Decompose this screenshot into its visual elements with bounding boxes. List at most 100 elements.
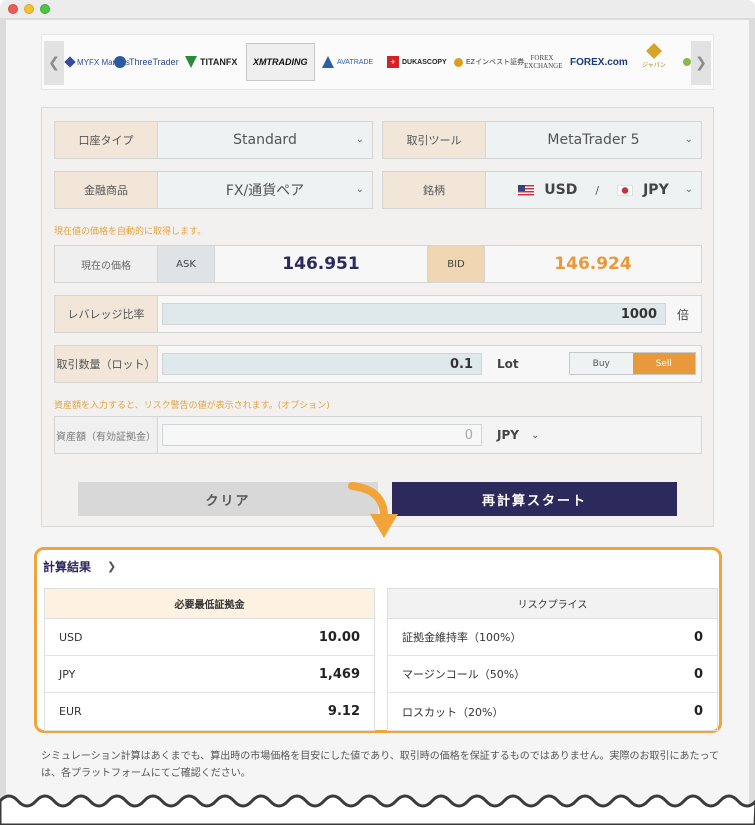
broker-label: XMTRADING <box>253 57 308 67</box>
row-value: 0 <box>693 704 703 719</box>
trading-tool-value-wrap: MetaTrader 5 ⌄ <box>486 122 701 158</box>
asset-row: 資産額（有効証拠金） 0 JPY ⌄ <box>54 416 702 454</box>
broker-label: TITANFX <box>200 57 238 67</box>
broker-label: FOREX.com <box>570 56 628 68</box>
product-value-wrap: FX/通貨ペア ⌄ <box>158 172 372 208</box>
row-value: 0 <box>693 666 703 682</box>
carousel-next-icon[interactable]: ❯ <box>691 41 711 85</box>
leverage-unit: 倍 <box>677 307 690 322</box>
results-panel: 計算結果 ❯ 必要最低証拠金 USD 10.00 JPY 1,469 EUR 9… <box>34 547 722 733</box>
ask-label: ASK <box>158 246 215 282</box>
row-label: USD <box>59 630 83 644</box>
row-value: 1,469 <box>318 666 360 682</box>
symbol-quote: JPY <box>643 182 669 198</box>
broker-japan[interactable]: ジャパン <box>642 43 666 81</box>
price-auto-note: 現在値の価格を自動的に取得します。 <box>54 227 207 237</box>
trading-tool-select[interactable]: 取引ツール MetaTrader 5 ⌄ <box>382 121 702 159</box>
down-arrow-icon <box>348 482 398 538</box>
product-value: FX/通貨ペア <box>225 183 305 199</box>
asset-input[interactable]: 0 <box>162 424 482 446</box>
broker-label: AVATRADE <box>337 58 374 66</box>
broker-avatrade[interactable]: AVATRADE <box>322 43 373 81</box>
row-value: 0 <box>693 629 703 645</box>
japan-broker-logo-icon <box>646 43 662 59</box>
broker-partial[interactable] <box>683 43 691 81</box>
ezinvest-logo-icon <box>454 57 463 67</box>
row-label: JPY <box>59 667 76 681</box>
broker-titanfx[interactable]: TITANFX <box>185 43 237 81</box>
bid-label: BID <box>428 246 485 282</box>
table-row: JPY 1,469 <box>45 656 374 693</box>
row-value: 10.00 <box>318 629 360 645</box>
leverage-input[interactable]: 1000 <box>162 303 666 325</box>
chevron-down-icon: ⌄ <box>355 184 364 195</box>
row-value: 9.12 <box>327 704 360 719</box>
minimize-window-icon[interactable] <box>24 4 34 14</box>
broker-carousel: ❮ MYFX Markets ThreeTrader TITANFX XMTRA… <box>41 34 714 90</box>
calculator-page: ❮ MYFX Markets ThreeTrader TITANFX XMTRA… <box>6 20 749 825</box>
asset-option-note: 資産額を入力すると、リスク警告の値が表示されます。(オプション) <box>54 401 330 411</box>
chevron-down-icon: ⌄ <box>684 184 693 195</box>
chevron-down-icon[interactable]: ⌄ <box>531 430 539 441</box>
broker-forex-exchange[interactable]: FOREX EXCHANGE <box>524 43 563 81</box>
table-row: マージンコール（50%） 0 <box>388 656 717 693</box>
current-price-label: 現在の価格 <box>55 246 158 282</box>
row-label: EUR <box>59 705 82 718</box>
margin-table-header: 必要最低証拠金 <box>45 589 374 619</box>
lot-row: 取引数量（ロット） 0.1 Lot Buy Sell <box>54 345 702 383</box>
lot-input[interactable]: 0.1 <box>162 353 482 375</box>
table-row: ロスカット（20%） 0 <box>388 693 717 730</box>
table-row: 証拠金維持率（100%） 0 <box>388 619 717 656</box>
trading-tool-value: MetaTrader 5 <box>547 132 640 148</box>
threetrader-logo-icon <box>114 56 126 68</box>
table-row: EUR 9.12 <box>45 693 374 730</box>
recalculate-button[interactable]: 再計算スタート <box>392 482 677 516</box>
partial-broker-logo-icon <box>683 58 691 66</box>
browser-window: ❮ MYFX Markets ThreeTrader TITANFX XMTRA… <box>0 0 755 825</box>
buy-button[interactable]: Buy <box>570 353 633 374</box>
torn-edge-decoration <box>0 794 755 825</box>
broker-label: DUKASCOPY <box>402 58 447 66</box>
symbol-label: 銘柄 <box>383 172 486 208</box>
product-label: 金融商品 <box>55 172 158 208</box>
current-price-row: 現在の価格 ASK 146.951 BID 146.924 <box>54 245 702 283</box>
table-row: USD 10.00 <box>45 619 374 656</box>
broker-ezinvest[interactable]: EZインベスト証券 <box>454 43 524 81</box>
page-viewport: ❮ MYFX Markets ThreeTrader TITANFX XMTRA… <box>6 20 749 825</box>
results-header: 計算結果 ❯ <box>43 558 116 575</box>
trading-tool-label: 取引ツール <box>383 122 486 158</box>
titanfx-logo-icon <box>185 56 197 68</box>
chevron-right-icon: ❯ <box>107 560 117 573</box>
row-label: ロスカット（20%） <box>402 705 504 719</box>
broker-xmtrading[interactable]: XMTRADING <box>246 43 315 81</box>
results-title: 計算結果 <box>43 560 92 574</box>
myfx-logo-icon <box>64 56 76 68</box>
row-label: 証拠金維持率（100%） <box>402 631 522 644</box>
clear-button[interactable]: クリア <box>78 482 378 516</box>
row-label: マージンコール（50%） <box>402 668 526 681</box>
buy-sell-toggle: Buy Sell <box>569 352 696 375</box>
account-type-label: 口座タイプ <box>55 122 158 158</box>
carousel-prev-icon[interactable]: ❮ <box>44 41 64 85</box>
chevron-down-icon: ⌄ <box>355 134 364 145</box>
risk-table-header: リスクプライス <box>388 589 717 619</box>
symbol-value-wrap: USD / JPY ⌄ <box>486 172 701 208</box>
account-type-value-wrap: Standard ⌄ <box>158 122 372 158</box>
broker-dukascopy[interactable]: + DUKASCOPY <box>387 43 447 81</box>
lot-label: 取引数量（ロット） <box>55 346 158 382</box>
broker-label: EZインベスト証券 <box>466 59 525 66</box>
account-type-value: Standard <box>233 132 297 148</box>
broker-label: FOREX EXCHANGE <box>524 54 563 70</box>
broker-threetrader[interactable]: ThreeTrader <box>114 43 179 81</box>
broker-forexcom[interactable]: FOREX.com <box>570 43 628 81</box>
account-type-select[interactable]: 口座タイプ Standard ⌄ <box>54 121 373 159</box>
sell-button[interactable]: Sell <box>632 353 695 374</box>
bid-price: 146.924 <box>485 246 701 282</box>
product-select[interactable]: 金融商品 FX/通貨ペア ⌄ <box>54 171 373 209</box>
broker-label: ジャパン <box>642 63 667 69</box>
maximize-window-icon[interactable] <box>40 4 50 14</box>
close-window-icon[interactable] <box>8 4 18 14</box>
symbol-select[interactable]: 銘柄 USD / JPY ⌄ <box>382 171 702 209</box>
asset-currency[interactable]: JPY <box>497 428 519 442</box>
symbol-separator: / <box>595 183 600 197</box>
